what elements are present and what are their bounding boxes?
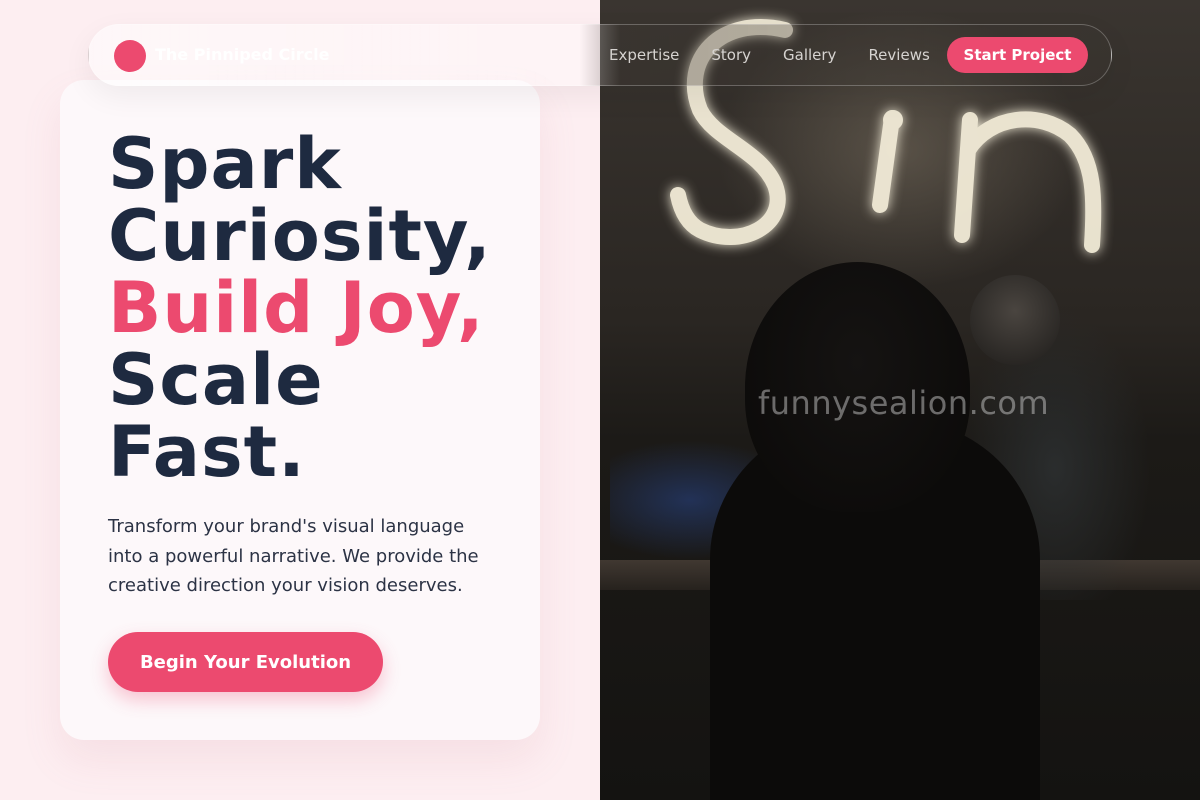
hero-title-highlight: Build Joy, bbox=[108, 267, 485, 349]
hero-card: Spark Curiosity, Build Joy, Scale Fast. … bbox=[60, 80, 540, 740]
nav-link-story[interactable]: Story bbox=[711, 46, 751, 64]
brand-logo-icon[interactable] bbox=[114, 40, 146, 72]
top-navigation: The Pinniped Circle Expertise Story Gall… bbox=[88, 24, 1112, 86]
watermark-text: funnysealion.com bbox=[758, 384, 1050, 422]
hero-title-line-1: Spark bbox=[108, 123, 342, 205]
hero-title-line-5: Fast. bbox=[108, 411, 306, 493]
hero-description: Transform your brand's visual language i… bbox=[108, 516, 479, 596]
hero-title-line-4: Scale bbox=[108, 339, 324, 421]
brand-name[interactable]: The Pinniped Circle bbox=[155, 45, 329, 64]
begin-evolution-button[interactable]: Begin Your Evolution bbox=[108, 632, 383, 692]
start-project-button[interactable]: Start Project bbox=[947, 37, 1088, 73]
nav-link-expertise[interactable]: Expertise bbox=[609, 46, 679, 64]
nav-links: Expertise Story Gallery Reviews bbox=[609, 46, 930, 64]
nav-link-gallery[interactable]: Gallery bbox=[783, 46, 836, 64]
hero-title: Spark Curiosity, Build Joy, Scale Fast. bbox=[108, 128, 492, 488]
hero-title-line-2: Curiosity, bbox=[108, 195, 492, 277]
nav-link-reviews[interactable]: Reviews bbox=[868, 46, 929, 64]
